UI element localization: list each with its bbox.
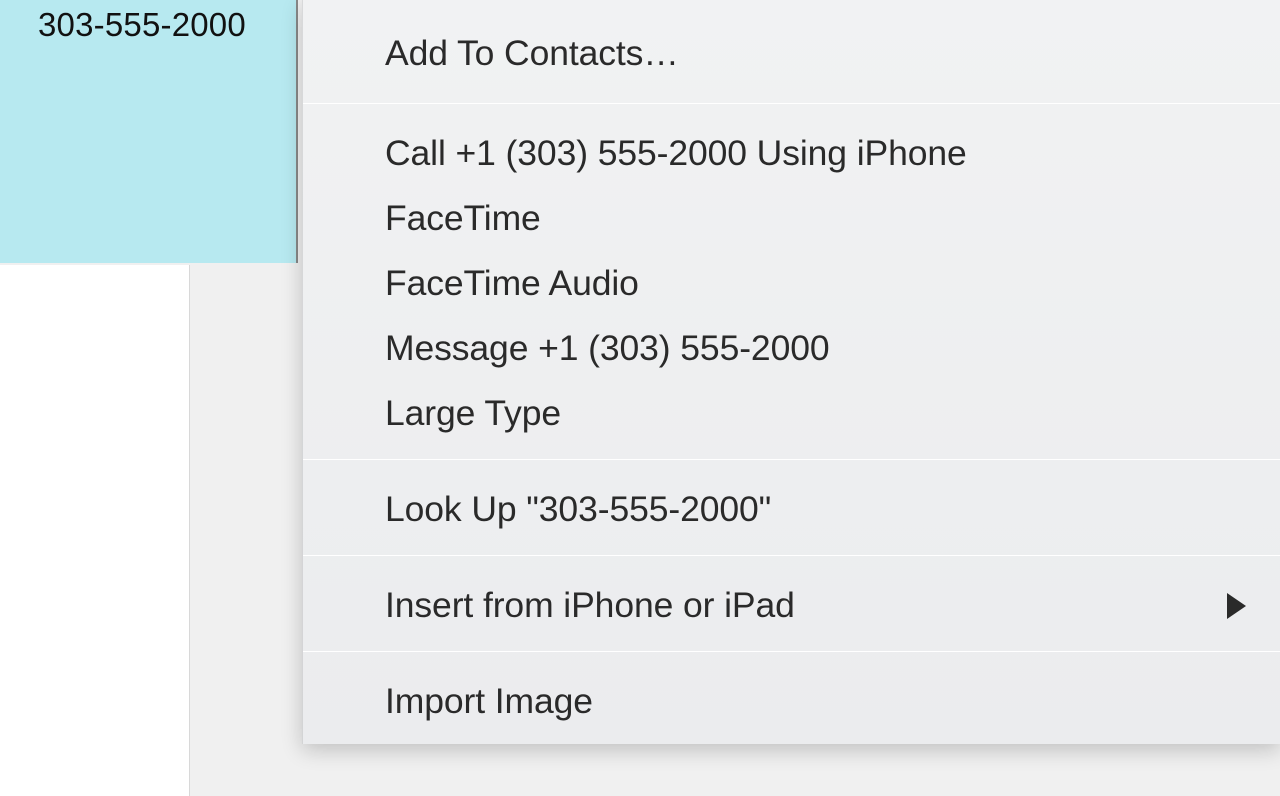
- menu-item-label: Call +1 (303) 555-2000 Using iPhone: [385, 133, 967, 174]
- menu-item-label: Import Image: [385, 681, 593, 722]
- menu-item-look-up[interactable]: Look Up "303-555-2000": [303, 477, 1280, 542]
- menu-item-facetime[interactable]: FaceTime: [303, 186, 1280, 251]
- menu-separator: [303, 555, 1280, 556]
- menu-item-label: Large Type: [385, 393, 561, 434]
- menu-item-call[interactable]: Call +1 (303) 555-2000 Using iPhone: [303, 121, 1280, 186]
- menu-item-facetime-audio[interactable]: FaceTime Audio: [303, 251, 1280, 316]
- menu-item-add-to-contacts[interactable]: Add To Contacts…: [303, 0, 1280, 100]
- menu-item-import-image[interactable]: Import Image: [303, 669, 1280, 734]
- document-background: [0, 265, 190, 796]
- menu-item-label: Add To Contacts…: [385, 33, 679, 74]
- menu-item-label: FaceTime Audio: [385, 263, 639, 304]
- context-menu: Add To Contacts… Call +1 (303) 555-2000 …: [302, 0, 1280, 744]
- menu-separator: [303, 459, 1280, 460]
- menu-separator: [303, 103, 1280, 104]
- menu-item-label: FaceTime: [385, 198, 541, 239]
- selected-phone-number[interactable]: 303-555-2000: [38, 6, 246, 44]
- chevron-right-icon: [1227, 593, 1246, 619]
- menu-item-large-type[interactable]: Large Type: [303, 381, 1280, 446]
- menu-item-message[interactable]: Message +1 (303) 555-2000: [303, 316, 1280, 381]
- menu-item-label: Insert from iPhone or iPad: [385, 585, 795, 626]
- menu-item-label: Message +1 (303) 555-2000: [385, 328, 830, 369]
- menu-item-label: Look Up "303-555-2000": [385, 489, 771, 530]
- menu-item-insert-from-device[interactable]: Insert from iPhone or iPad: [303, 573, 1280, 638]
- text-selection-highlight: 303-555-2000: [0, 0, 298, 263]
- menu-separator: [303, 651, 1280, 652]
